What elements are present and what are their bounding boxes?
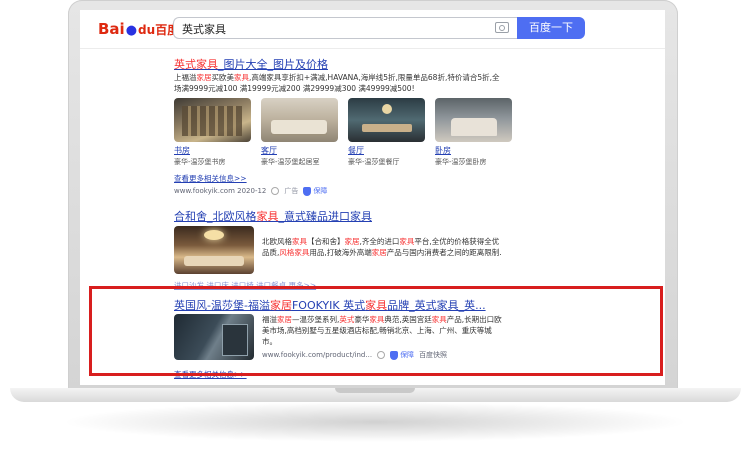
result-1-description: 上福溢家居买欧美家具,高端家具享折扣+满减,HAVANA,海岸线5折,限量单品6… <box>174 73 500 93</box>
laptop-notch <box>335 388 415 393</box>
result-1-title[interactable]: 英式家具_图片大全_图片及价格 <box>174 56 328 72</box>
paw-icon: ● <box>125 23 138 38</box>
search-button[interactable]: 百度一下 <box>517 17 585 39</box>
bedroom-image <box>435 98 512 142</box>
search-header: Bai●du百度 百度一下 <box>80 10 665 49</box>
info-icon[interactable] <box>271 187 280 195</box>
search-result-2: 合和舍_北欧风格家具_意式臻品进口家具 <box>174 208 372 224</box>
thumbnail-study[interactable]: 书房 豪华-温莎堡书房 <box>174 98 251 167</box>
baidu-logo[interactable]: Bai●du百度 <box>98 19 179 38</box>
thumbnail-dining-room[interactable]: 餐厅 豪华-温莎堡餐厅 <box>348 98 425 167</box>
floor-shadow <box>60 402 690 442</box>
dining-room-image <box>348 98 425 142</box>
search-input[interactable] <box>182 21 482 36</box>
thumbnail-living-room[interactable]: 客厅 豪华-温莎堡起居室 <box>261 98 338 167</box>
living-room-image <box>261 98 338 142</box>
search-box[interactable] <box>173 17 517 39</box>
camera-icon[interactable] <box>495 22 509 33</box>
highlight-frame <box>89 286 663 376</box>
result-2-title[interactable]: 合和舍_北欧风格家具_意式臻品进口家具 <box>174 208 372 224</box>
study-room-image <box>174 98 251 142</box>
result-2-description: 北欧风格家具【合和舍】家居,齐全的进口家具平台,全优的价格获得全优 品质,风格家… <box>262 237 502 257</box>
result-1-thumbnails: 书房 豪华-温莎堡书房 客厅 豪华-温莎堡起居室 餐厅 豪华-温莎堡餐厅 卧房 … <box>174 98 512 167</box>
result-2-thumbnail[interactable] <box>174 226 254 274</box>
thumbnail-bedroom[interactable]: 卧房 豪华-温莎堡卧房 <box>435 98 512 167</box>
result-1-url-row: www.fookyik.com 2020-12 广告 保障 <box>174 186 328 196</box>
guarantee-badge[interactable]: 保障 <box>303 186 327 196</box>
interior-image <box>174 226 254 274</box>
search-result-1: 英式家具_图片大全_图片及价格 <box>174 56 328 72</box>
shield-icon <box>303 186 312 196</box>
result-1-more-link[interactable]: 查看更多相关信息>> <box>174 173 247 184</box>
